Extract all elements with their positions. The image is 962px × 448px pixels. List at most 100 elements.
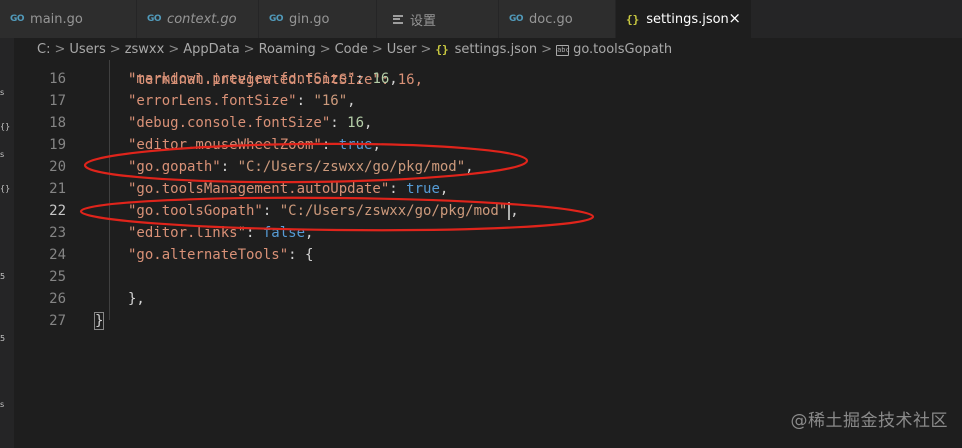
- json-value: },: [128, 291, 145, 307]
- breadcrumb-item[interactable]: go.toolsGopath: [573, 42, 672, 57]
- json-braces-icon: {}: [435, 42, 449, 56]
- json-value: {: [305, 247, 314, 263]
- tab-label: gin.go: [289, 11, 330, 27]
- json-key: "go.gopath": [128, 159, 221, 175]
- code-text: }: [94, 310, 105, 332]
- tab-label: main.go: [30, 11, 83, 27]
- breadcrumb-item[interactable]: settings.json: [455, 42, 538, 57]
- json-comma: ,: [510, 203, 519, 219]
- tab-context-go[interactable]: GO context.go: [137, 0, 259, 38]
- chevron-right-icon: >: [319, 41, 331, 57]
- tab-bar: GO main.go GO context.go GO gin.go 设置 GO…: [0, 0, 962, 38]
- panel-glyph: {}: [0, 122, 11, 131]
- close-icon[interactable]: ×: [728, 10, 741, 26]
- json-colon: :: [321, 137, 339, 153]
- breadcrumb-item[interactable]: C:: [37, 42, 50, 57]
- tab-settings-ui[interactable]: 设置: [377, 0, 499, 38]
- code-text: "editor.links": false,: [128, 222, 313, 244]
- go-file-icon: GO: [10, 14, 25, 24]
- json-key: "errorLens.fontSize": [128, 93, 297, 109]
- json-value: "C:/Users/zswxx/go/pkg/mod": [237, 159, 466, 175]
- json-comma: ,: [364, 115, 373, 131]
- panel-glyph: 5: [0, 272, 6, 281]
- breadcrumb-item[interactable]: Code: [335, 42, 368, 57]
- breadcrumb: C: > Users > zswxx > AppData > Roaming >…: [37, 38, 672, 60]
- chevron-right-icon: >: [243, 41, 255, 57]
- code-line: 26},: [14, 288, 962, 310]
- json-colon: :: [389, 181, 407, 197]
- json-value: 16: [372, 71, 390, 87]
- settings-lines-icon: [393, 14, 403, 24]
- left-panel-edge: s {} s {} 5 5 s: [0, 38, 14, 448]
- json-value: true: [338, 137, 373, 153]
- breadcrumb-item[interactable]: zswxx: [125, 42, 165, 57]
- panel-glyph: s: [0, 88, 5, 97]
- json-value: }: [94, 312, 105, 330]
- code-text: "go.toolsManagement.autoUpdate": true,: [128, 178, 448, 200]
- json-colon: :: [220, 159, 238, 175]
- code-text: "go.toolsGopath": "C:/Users/zswxx/go/pkg…: [128, 200, 519, 222]
- line-number: 18: [49, 115, 66, 131]
- tab-main-go[interactable]: GO main.go: [0, 0, 137, 38]
- code-line: 18 "debug.console.fontSize": 16,: [14, 112, 962, 134]
- json-colon: :: [330, 115, 348, 131]
- code-line: 19 "editor.mouseWheelZoom": true,: [14, 134, 962, 156]
- code-line: 22 "go.toolsGopath": "C:/Users/zswxx/go/p…: [14, 200, 962, 222]
- code-line: 17 "errorLens.fontSize": "16",: [14, 90, 962, 112]
- code-line: 21 "go.toolsManagement.autoUpdate": true,: [14, 178, 962, 200]
- json-key: "go.alternateTools": [128, 247, 289, 263]
- tab-gin-go[interactable]: GO gin.go: [259, 0, 377, 38]
- line-number: 17: [49, 93, 66, 109]
- tab-settings-json[interactable]: {} settings.json ×: [616, 0, 752, 38]
- tab-label: doc.go: [529, 11, 573, 27]
- chevron-right-icon: >: [541, 41, 553, 57]
- json-colon: :: [246, 225, 263, 241]
- line-number: 26: [49, 291, 66, 307]
- json-key: "go.toolsGopath": [128, 203, 263, 219]
- code-line: 23 "editor.links": false,: [14, 222, 962, 244]
- json-comma: ,: [389, 71, 398, 87]
- code-line: 25: [14, 266, 962, 288]
- line-number: 24: [49, 247, 66, 263]
- chevron-right-icon: >: [54, 41, 66, 57]
- breadcrumb-item[interactable]: Roaming: [259, 42, 316, 57]
- line-number: 27: [49, 313, 66, 329]
- code-text: "go.alternateTools": {: [128, 244, 313, 266]
- tab-label: settings.json: [646, 11, 729, 27]
- code-text: "editor.mouseWheelZoom": true,: [128, 134, 381, 156]
- json-value: 16: [347, 115, 365, 131]
- go-file-icon: GO: [147, 14, 162, 24]
- tab-label: context.go: [167, 11, 237, 27]
- go-file-icon: GO: [269, 14, 284, 24]
- code-line: 27}: [14, 310, 962, 332]
- string-symbol-icon: abc: [556, 44, 570, 56]
- chevron-right-icon: >: [420, 41, 432, 57]
- code-text: },: [128, 288, 145, 310]
- json-key: "editor.mouseWheelZoom": [128, 137, 322, 153]
- json-value: "C:/Users/zswxx/go/pkg/mod": [279, 203, 508, 219]
- json-comma: ,: [372, 137, 381, 153]
- json-colon: :: [296, 93, 314, 109]
- code-line: 20 "go.gopath": "C:/Users/zswxx/go/pkg/mo…: [14, 156, 962, 178]
- panel-glyph: s: [0, 400, 5, 409]
- json-braces-icon: {}: [626, 12, 640, 26]
- json-key: "debug.console.fontSize": [128, 115, 331, 131]
- panel-glyph: 5: [0, 334, 6, 343]
- json-colon: :: [288, 247, 306, 263]
- chevron-right-icon: >: [371, 41, 383, 57]
- tab-label: 设置: [410, 13, 437, 29]
- json-comma: ,: [465, 159, 474, 175]
- code-text: "errorLens.fontSize": "16",: [128, 90, 356, 112]
- code-line: 24 "go.alternateTools": {: [14, 244, 962, 266]
- json-key: "editor.links": [128, 225, 247, 241]
- breadcrumb-item[interactable]: AppData: [183, 42, 239, 57]
- code-text: "markdown.preview.fontSize": 16,: [128, 68, 398, 90]
- json-comma: ,: [439, 181, 449, 197]
- breadcrumb-item[interactable]: Users: [69, 42, 105, 57]
- code-editor[interactable]: "terminal.integrated.fontSize": 16, 16 "m…: [14, 60, 962, 448]
- tab-doc-go[interactable]: GO doc.go: [499, 0, 616, 38]
- line-number: 19: [49, 137, 66, 153]
- breadcrumb-item[interactable]: User: [387, 42, 417, 57]
- json-key: "go.toolsManagement.autoUpdate": [128, 181, 390, 197]
- chevron-right-icon: >: [109, 41, 121, 57]
